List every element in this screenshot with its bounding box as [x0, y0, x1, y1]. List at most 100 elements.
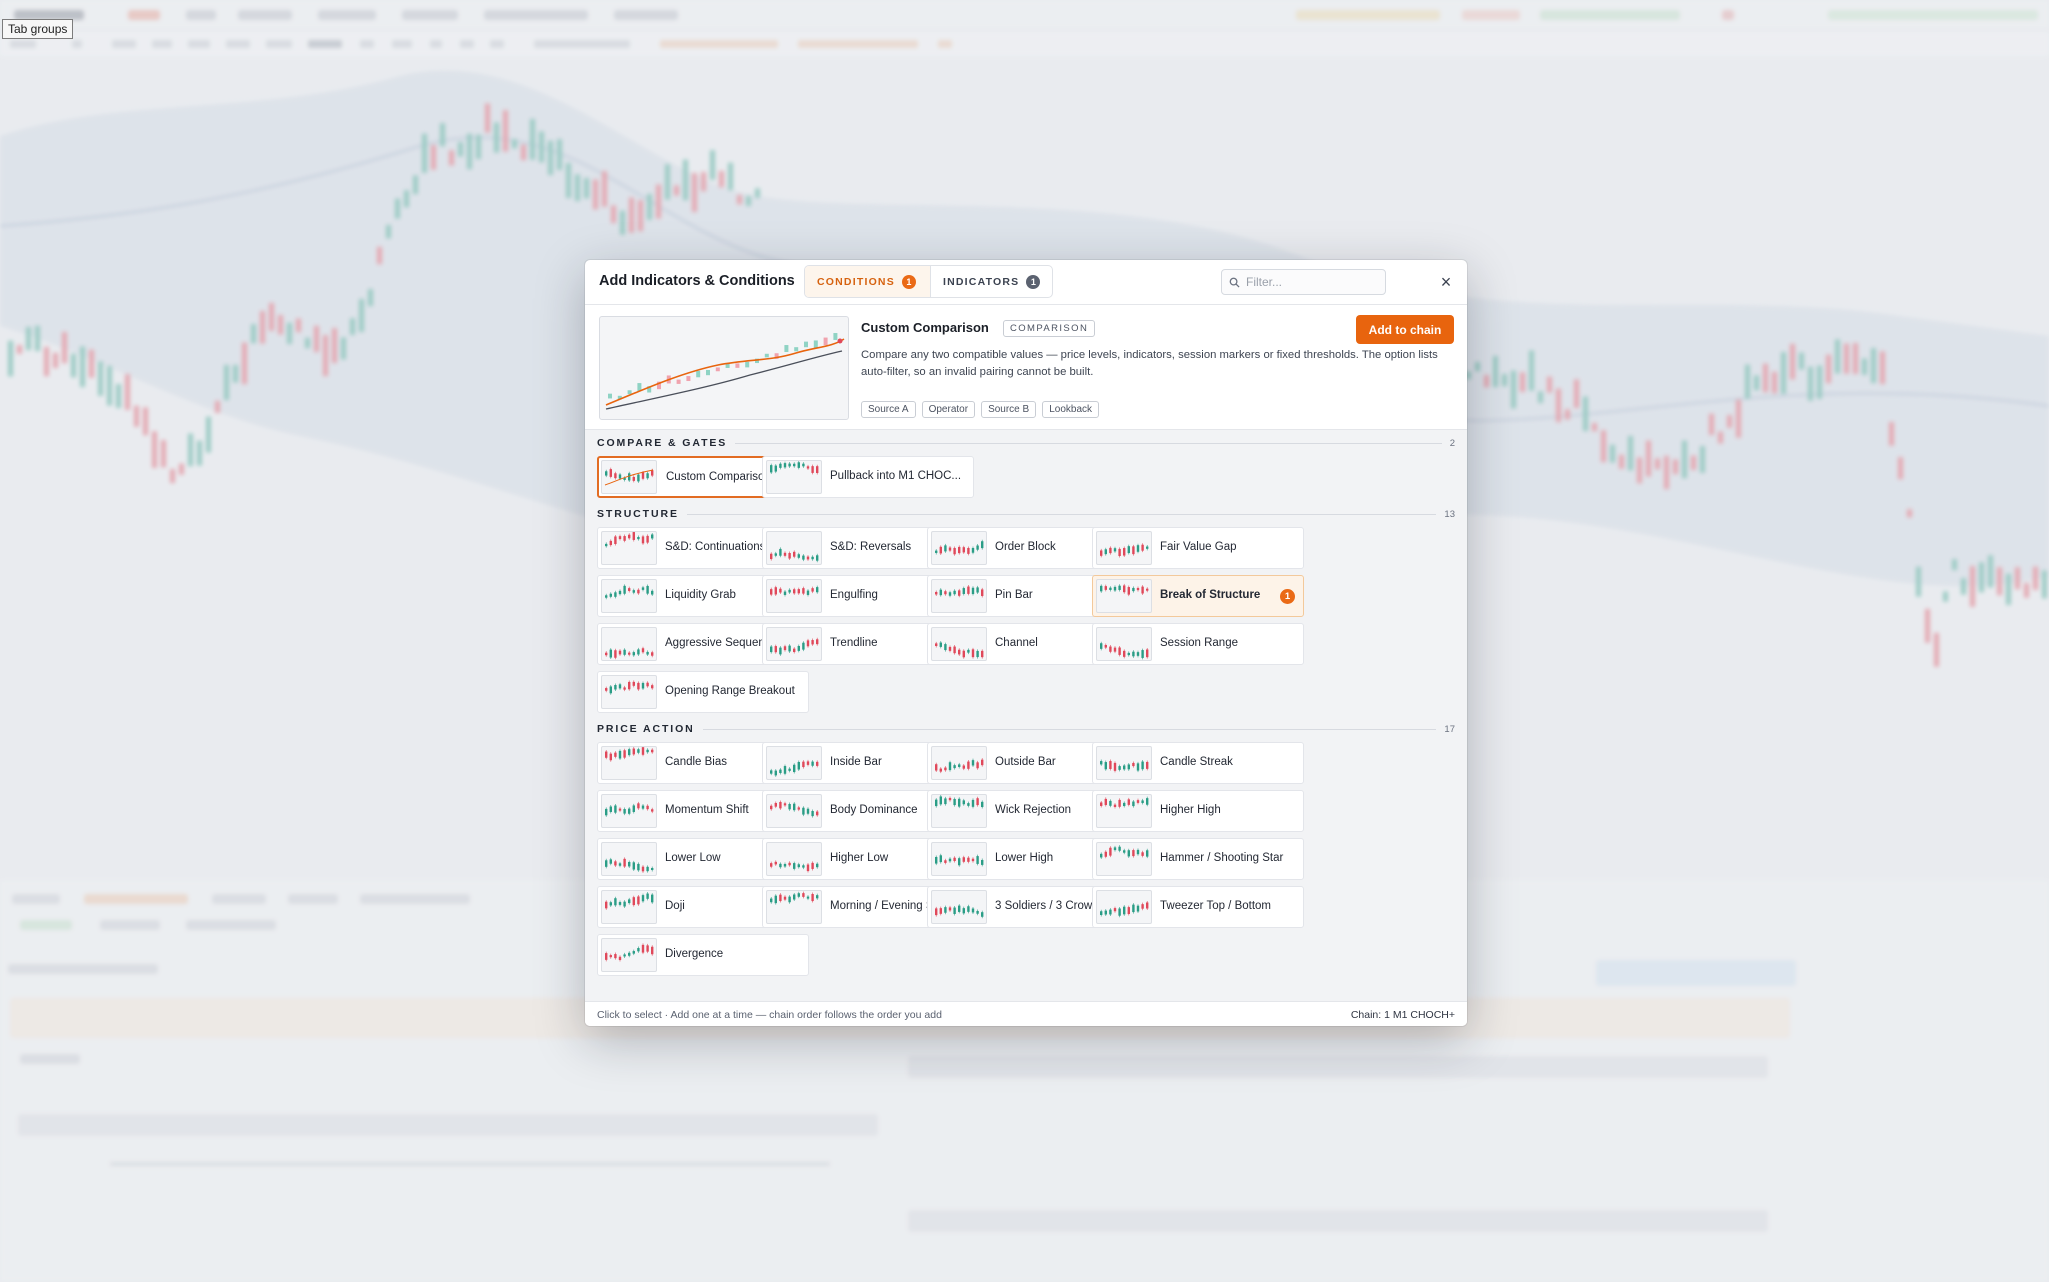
condition-thumbnail — [766, 579, 822, 613]
thumbnail-candle — [783, 766, 787, 774]
thumbnail-candle — [1100, 853, 1103, 858]
section-divider — [686, 513, 1437, 515]
thumbnail-candle — [797, 554, 800, 558]
thumbnail-candle — [1113, 804, 1117, 807]
condition-thumbnail — [766, 890, 822, 924]
modal-footer: Click to select · Add one at a time — ch… — [585, 1001, 1467, 1026]
condition-list: COMPARE & GATES 2 Custom Comparison Pullbac… — [585, 430, 1467, 1001]
thumbnail-candle — [967, 547, 970, 554]
thumbnail-candle — [793, 863, 796, 869]
condition-card[interactable]: Divergence — [597, 934, 809, 976]
tab-conditions-label: CONDITIONS — [817, 275, 895, 288]
thumbnail-candle — [976, 856, 979, 864]
thumbnail-candle — [1136, 800, 1140, 803]
thumbnail-candle — [651, 590, 654, 595]
thumbnail-candle — [981, 860, 984, 865]
thumbnail-candle — [618, 650, 622, 655]
thumbnail-candle — [609, 955, 612, 958]
condition-card[interactable]: Break of Structure 1 — [1092, 575, 1304, 617]
thumbnail-candle — [1141, 904, 1144, 909]
tab-indicators[interactable]: INDICATORS 1 — [931, 266, 1052, 297]
section-header: COMPARE & GATES 2 — [597, 436, 1455, 450]
thumbnail-candle — [967, 857, 970, 862]
thumbnail-candle — [783, 896, 787, 900]
thumbnail-candle — [981, 801, 984, 808]
thumbnail-candle — [605, 652, 608, 656]
condition-thumbnail — [601, 530, 657, 565]
thumbnail-candle — [623, 954, 626, 957]
condition-card[interactable]: Fair Value Gap — [1092, 527, 1304, 569]
thumbnail-candle — [614, 898, 617, 906]
thumbnail-candle — [806, 864, 810, 872]
preview-line-b — [605, 350, 843, 410]
thumbnail-candle — [628, 749, 631, 756]
filter-input[interactable] — [1246, 275, 1376, 289]
preview-tag: Operator — [921, 401, 976, 418]
thumbnail-candle — [1146, 649, 1149, 658]
thumbnail-candle — [962, 765, 965, 769]
condition-card[interactable]: Pullback into M1 CHOC... — [762, 456, 974, 498]
thumbnail-candle — [641, 805, 645, 809]
condition-card[interactable]: Session Range — [1092, 623, 1304, 665]
thumbnail-candle — [637, 803, 640, 809]
preview-tag: Source B — [981, 401, 1037, 418]
thumbnail-candle — [1136, 849, 1140, 855]
condition-card[interactable]: Hammer / Shooting Star — [1092, 838, 1304, 880]
condition-card[interactable]: Opening Range Breakout — [597, 671, 809, 713]
condition-card[interactable]: Tweezer Top / Bottom — [1092, 886, 1304, 928]
thumbnail-candle — [632, 681, 635, 686]
section-divider — [735, 442, 1442, 444]
condition-name: Candle Streak — [1160, 756, 1233, 768]
condition-card[interactable]: Higher High — [1092, 790, 1304, 832]
thumbnail-candle — [605, 808, 608, 816]
thumbnail-candle — [797, 462, 800, 468]
tab-conditions[interactable]: CONDITIONS 1 — [805, 266, 931, 297]
section-count: 13 — [1444, 508, 1455, 520]
preview-candle — [706, 369, 710, 376]
thumbnail-candle — [967, 586, 970, 594]
thumbnail-candle — [628, 652, 631, 655]
thumbnail-candle — [1104, 549, 1107, 555]
thumbnail-candle — [1118, 846, 1121, 851]
close-icon[interactable]: × — [1434, 270, 1458, 294]
thumbnail-candle — [1109, 547, 1112, 554]
thumbnail-candle — [1118, 647, 1121, 655]
thumbnail-candle — [1123, 585, 1126, 593]
thumbnail-candle — [788, 645, 791, 652]
thumbnail-candle — [609, 540, 612, 546]
thumbnail-candle — [939, 908, 942, 914]
section-divider — [702, 728, 1437, 730]
thumbnail-candle — [637, 536, 640, 540]
thumbnail-candle — [948, 797, 952, 801]
thumbnail-candle — [1132, 762, 1135, 767]
thumbnail-candle — [618, 684, 622, 689]
add-to-chain-button[interactable]: Add to chain — [1356, 315, 1454, 344]
condition-thumbnail — [1096, 579, 1152, 613]
condition-card[interactable]: Candle Streak — [1092, 742, 1304, 784]
thumbnail-candle — [609, 593, 612, 597]
condition-thumbnail — [601, 842, 657, 876]
thumbnail-candle — [609, 753, 612, 761]
thumbnail-candle — [628, 681, 631, 690]
condition-name: Divergence — [665, 948, 724, 960]
thumbnail-candle — [646, 682, 649, 687]
thumbnail-candle — [618, 863, 622, 866]
thumbnail-candle — [774, 553, 777, 556]
thumbnail-candle — [783, 463, 787, 468]
thumbnail-candle — [614, 473, 617, 479]
thumbnail-candle — [779, 863, 782, 868]
thumbnail-candle — [1109, 909, 1112, 915]
thumbnail-candle — [646, 651, 649, 655]
thumbnail-candle — [637, 589, 640, 594]
thumbnail-candle — [958, 905, 961, 912]
thumbnail-candle — [770, 465, 773, 473]
thumbnail-candle — [614, 592, 617, 597]
chain-summary: Chain: 1 M1 CHOCH+ — [1350, 1009, 1455, 1021]
thumbnail-candle — [1113, 586, 1117, 591]
thumbnail-candle — [646, 473, 649, 479]
filter-field[interactable] — [1221, 269, 1386, 295]
thumbnail-candle — [948, 907, 952, 911]
condition-thumbnail — [931, 794, 987, 828]
thumbnail-candle — [651, 652, 654, 656]
thumbnail-candle — [935, 550, 938, 553]
